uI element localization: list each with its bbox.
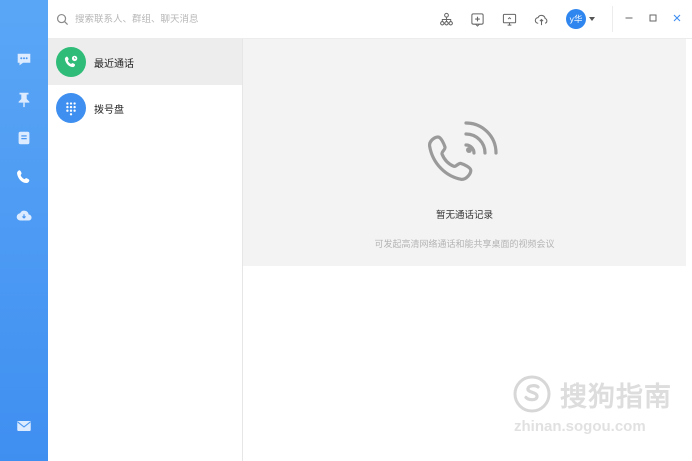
add-button[interactable] bbox=[468, 10, 486, 28]
screen-share-icon bbox=[502, 13, 516, 26]
close-icon bbox=[673, 14, 681, 22]
add-box-icon bbox=[470, 12, 484, 27]
minimize-icon bbox=[625, 17, 633, 19]
sidebar-item-mail[interactable] bbox=[0, 406, 48, 446]
sidebar-item-pinned[interactable] bbox=[0, 79, 48, 119]
cloud-icon bbox=[16, 210, 32, 221]
cloud-upload-icon bbox=[534, 14, 547, 25]
call-menu: 最近通话 拨号盘 bbox=[48, 39, 243, 461]
app-window: y华 最近通话 bbox=[0, 0, 692, 461]
sidebar-item-documents[interactable] bbox=[0, 118, 48, 158]
avatar-menu-caret[interactable] bbox=[589, 17, 595, 21]
sidebar bbox=[0, 0, 48, 461]
empty-state-title: 暂无通话记录 bbox=[435, 210, 493, 221]
sidebar-item-messages[interactable] bbox=[0, 40, 48, 80]
recent-call-icon bbox=[56, 47, 86, 77]
watermark-url: zhinan.sogou.com bbox=[514, 418, 646, 435]
phone-icon bbox=[17, 170, 30, 184]
minimize-button[interactable] bbox=[622, 11, 636, 25]
empty-state-panel: 暂无通话记录 可发起高清网络通话和能共享桌面的视频会议 bbox=[243, 39, 686, 266]
mail-icon bbox=[17, 421, 31, 431]
call-menu-label: 最近通话 bbox=[94, 58, 134, 70]
search-input[interactable] bbox=[75, 13, 335, 25]
org-chart-icon bbox=[439, 12, 453, 25]
org-chart-button[interactable] bbox=[437, 10, 455, 28]
screen-share-button[interactable] bbox=[500, 10, 518, 28]
sidebar-item-calls[interactable] bbox=[0, 157, 48, 197]
call-menu-label: 拨号盘 bbox=[94, 104, 124, 116]
close-button[interactable] bbox=[670, 11, 684, 25]
empty-state-subtitle: 可发起高清网络通话和能共享桌面的视频会议 bbox=[374, 240, 555, 250]
cloud-upload-button[interactable] bbox=[532, 10, 550, 28]
watermark-logo bbox=[513, 375, 551, 413]
search-icon bbox=[56, 13, 69, 25]
watermark-text: 搜狗指南 bbox=[560, 382, 672, 413]
avatar[interactable]: y华 bbox=[566, 9, 586, 29]
sidebar-item-cloud[interactable] bbox=[0, 196, 48, 236]
pin-icon bbox=[18, 92, 30, 108]
chat-bubble-icon bbox=[17, 53, 31, 66]
top-bar: y华 bbox=[48, 0, 692, 39]
search-box[interactable] bbox=[56, 9, 356, 29]
call-menu-dialpad[interactable]: 拨号盘 bbox=[48, 85, 242, 131]
divider bbox=[612, 6, 613, 32]
call-menu-recent-calls[interactable]: 最近通话 bbox=[48, 39, 242, 85]
dialpad-icon bbox=[56, 93, 86, 123]
maximize-button[interactable] bbox=[646, 11, 660, 25]
maximize-icon bbox=[649, 14, 657, 22]
phone-ringing-icon bbox=[427, 121, 498, 181]
document-icon bbox=[18, 131, 30, 145]
